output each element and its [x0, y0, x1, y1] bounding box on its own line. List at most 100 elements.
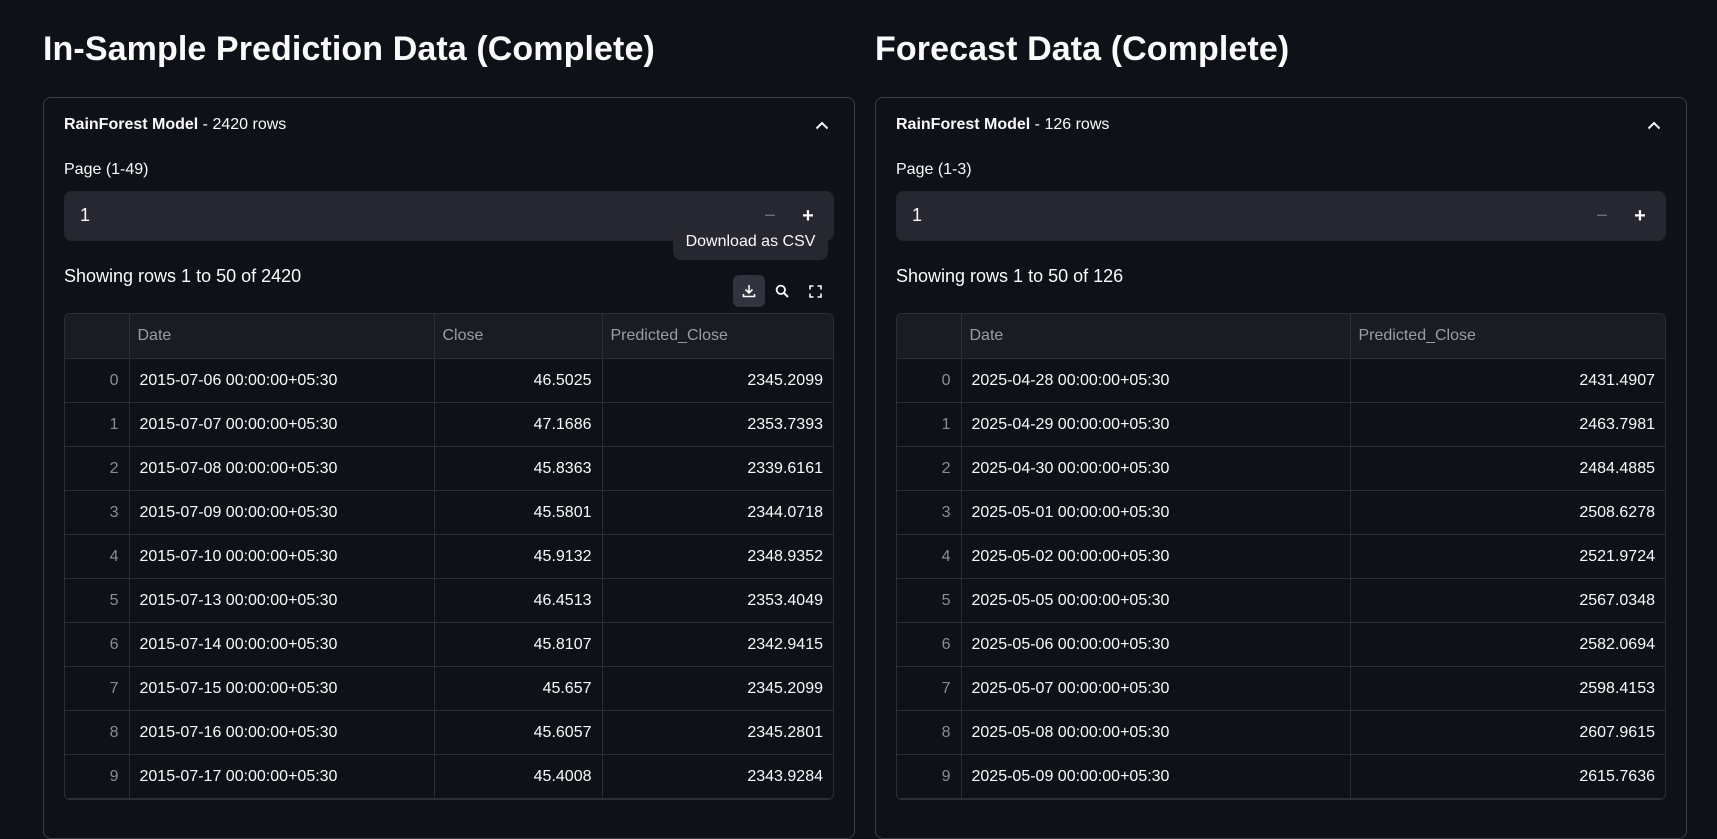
- index-header[interactable]: [897, 314, 962, 359]
- column-header[interactable]: Date: [961, 314, 1351, 359]
- data-table[interactable]: Date Close Predicted_Close 0 2015-07-06 00:…: [64, 313, 834, 800]
- chevron-up-icon[interactable]: [1643, 114, 1665, 136]
- table-cell[interactable]: 46.4513: [434, 578, 603, 623]
- table-cell[interactable]: 2015-07-16 00:00:00+05:30: [129, 710, 435, 755]
- row-index[interactable]: 9: [897, 754, 962, 799]
- table-row[interactable]: 1 2025-04-29 00:00:00+05:30 2463.7981: [897, 402, 1665, 447]
- row-index[interactable]: 3: [65, 490, 130, 535]
- table-cell[interactable]: 2345.2099: [602, 358, 833, 403]
- row-index[interactable]: 1: [65, 402, 130, 447]
- search-icon[interactable]: [766, 275, 798, 307]
- table-cell[interactable]: 2025-04-30 00:00:00+05:30: [961, 446, 1351, 491]
- column-header[interactable]: Date: [129, 314, 435, 359]
- table-cell[interactable]: 2615.7636: [1350, 754, 1665, 799]
- table-cell[interactable]: 2025-05-09 00:00:00+05:30: [961, 754, 1351, 799]
- page-value[interactable]: 1: [912, 205, 922, 226]
- table-cell[interactable]: 2353.4049: [602, 578, 833, 623]
- table-cell[interactable]: 2342.9415: [602, 622, 833, 667]
- row-index[interactable]: 8: [65, 710, 130, 755]
- index-header[interactable]: [65, 314, 130, 359]
- table-cell[interactable]: 2015-07-17 00:00:00+05:30: [129, 754, 435, 799]
- table-cell[interactable]: 2484.4885: [1350, 446, 1665, 491]
- expander-header[interactable]: RainForest Model - 126 rows: [896, 116, 1109, 134]
- expander-header[interactable]: RainForest Model - 2420 rows: [64, 116, 286, 134]
- row-index[interactable]: 5: [65, 578, 130, 623]
- table-cell[interactable]: 2567.0348: [1350, 578, 1665, 623]
- table-cell[interactable]: 2015-07-14 00:00:00+05:30: [129, 622, 435, 667]
- table-row[interactable]: 0 2015-07-06 00:00:00+05:30 46.5025 2345.20…: [65, 358, 833, 403]
- page-value[interactable]: 1: [80, 205, 90, 226]
- row-index[interactable]: 2: [897, 446, 962, 491]
- table-cell[interactable]: 2025-05-02 00:00:00+05:30: [961, 534, 1351, 579]
- table-cell[interactable]: 2025-04-28 00:00:00+05:30: [961, 358, 1351, 403]
- table-cell[interactable]: 45.657: [434, 666, 603, 711]
- table-cell[interactable]: 2015-07-10 00:00:00+05:30: [129, 534, 435, 579]
- data-table[interactable]: Date Predicted_Close 0 2025-04-28 00:00:00…: [896, 313, 1666, 800]
- table-row[interactable]: 7 2025-05-07 00:00:00+05:30 2598.4153: [897, 666, 1665, 711]
- table-row[interactable]: 5 2025-05-05 00:00:00+05:30 2567.0348: [897, 578, 1665, 623]
- table-cell[interactable]: 45.8363: [434, 446, 603, 491]
- table-cell[interactable]: 2025-05-08 00:00:00+05:30: [961, 710, 1351, 755]
- row-index[interactable]: 4: [897, 534, 962, 579]
- table-cell[interactable]: 45.8107: [434, 622, 603, 667]
- table-row[interactable]: 4 2015-07-10 00:00:00+05:30 45.9132 2348.93…: [65, 534, 833, 579]
- table-cell[interactable]: 2015-07-15 00:00:00+05:30: [129, 666, 435, 711]
- row-index[interactable]: 1: [897, 402, 962, 447]
- table-row[interactable]: 2 2015-07-08 00:00:00+05:30 45.8363 2339.61…: [65, 446, 833, 491]
- row-index[interactable]: 4: [65, 534, 130, 579]
- row-index[interactable]: 3: [897, 490, 962, 535]
- table-row[interactable]: 9 2025-05-09 00:00:00+05:30 2615.7636: [897, 754, 1665, 799]
- table-row[interactable]: 9 2015-07-17 00:00:00+05:30 45.4008 2343.92…: [65, 754, 833, 799]
- table-cell[interactable]: 2345.2099: [602, 666, 833, 711]
- table-cell[interactable]: 2025-05-01 00:00:00+05:30: [961, 490, 1351, 535]
- table-cell[interactable]: 2343.9284: [602, 754, 833, 799]
- table-cell[interactable]: 45.5801: [434, 490, 603, 535]
- table-cell[interactable]: 2344.0718: [602, 490, 833, 535]
- table-row[interactable]: 0 2025-04-28 00:00:00+05:30 2431.4907: [897, 358, 1665, 403]
- row-index[interactable]: 2: [65, 446, 130, 491]
- increment-button[interactable]: +: [1626, 201, 1654, 231]
- table-cell[interactable]: 2521.9724: [1350, 534, 1665, 579]
- table-row[interactable]: 3 2015-07-09 00:00:00+05:30 45.5801 2344.07…: [65, 490, 833, 535]
- table-cell[interactable]: 47.1686: [434, 402, 603, 447]
- page-number-input[interactable]: 1 − +: [896, 191, 1666, 241]
- table-cell[interactable]: 2431.4907: [1350, 358, 1665, 403]
- table-cell[interactable]: 45.9132: [434, 534, 603, 579]
- table-cell[interactable]: 2339.6161: [602, 446, 833, 491]
- row-index[interactable]: 7: [65, 666, 130, 711]
- row-index[interactable]: 0: [897, 358, 962, 403]
- table-cell[interactable]: 2348.9352: [602, 534, 833, 579]
- table-row[interactable]: 3 2025-05-01 00:00:00+05:30 2508.6278: [897, 490, 1665, 535]
- download-icon[interactable]: [733, 275, 765, 307]
- table-cell[interactable]: 2598.4153: [1350, 666, 1665, 711]
- table-cell[interactable]: 2025-05-05 00:00:00+05:30: [961, 578, 1351, 623]
- table-cell[interactable]: 2353.7393: [602, 402, 833, 447]
- table-cell[interactable]: 2015-07-08 00:00:00+05:30: [129, 446, 435, 491]
- table-cell[interactable]: 2345.2801: [602, 710, 833, 755]
- column-header[interactable]: Close: [434, 314, 603, 359]
- table-cell[interactable]: 2025-05-07 00:00:00+05:30: [961, 666, 1351, 711]
- row-index[interactable]: 7: [897, 666, 962, 711]
- chevron-up-icon[interactable]: [811, 114, 833, 136]
- row-index[interactable]: 8: [897, 710, 962, 755]
- table-row[interactable]: 1 2015-07-07 00:00:00+05:30 47.1686 2353.73…: [65, 402, 833, 447]
- table-cell[interactable]: 2607.9615: [1350, 710, 1665, 755]
- table-row[interactable]: 7 2015-07-15 00:00:00+05:30 45.657 2345.209…: [65, 666, 833, 711]
- table-row[interactable]: 4 2025-05-02 00:00:00+05:30 2521.9724: [897, 534, 1665, 579]
- row-index[interactable]: 9: [65, 754, 130, 799]
- table-cell[interactable]: 2508.6278: [1350, 490, 1665, 535]
- table-cell[interactable]: 46.5025: [434, 358, 603, 403]
- table-cell[interactable]: 45.6057: [434, 710, 603, 755]
- table-row[interactable]: 8 2015-07-16 00:00:00+05:30 45.6057 2345.28…: [65, 710, 833, 755]
- column-header[interactable]: Predicted_Close: [602, 314, 833, 359]
- row-index[interactable]: 6: [65, 622, 130, 667]
- row-index[interactable]: 0: [65, 358, 130, 403]
- decrement-button[interactable]: −: [1588, 201, 1616, 231]
- row-index[interactable]: 6: [897, 622, 962, 667]
- table-row[interactable]: 6 2025-05-06 00:00:00+05:30 2582.0694: [897, 622, 1665, 667]
- table-row[interactable]: 6 2015-07-14 00:00:00+05:30 45.8107 2342.94…: [65, 622, 833, 667]
- row-index[interactable]: 5: [897, 578, 962, 623]
- table-cell[interactable]: 2463.7981: [1350, 402, 1665, 447]
- table-cell[interactable]: 45.4008: [434, 754, 603, 799]
- table-row[interactable]: 5 2015-07-13 00:00:00+05:30 46.4513 2353.40…: [65, 578, 833, 623]
